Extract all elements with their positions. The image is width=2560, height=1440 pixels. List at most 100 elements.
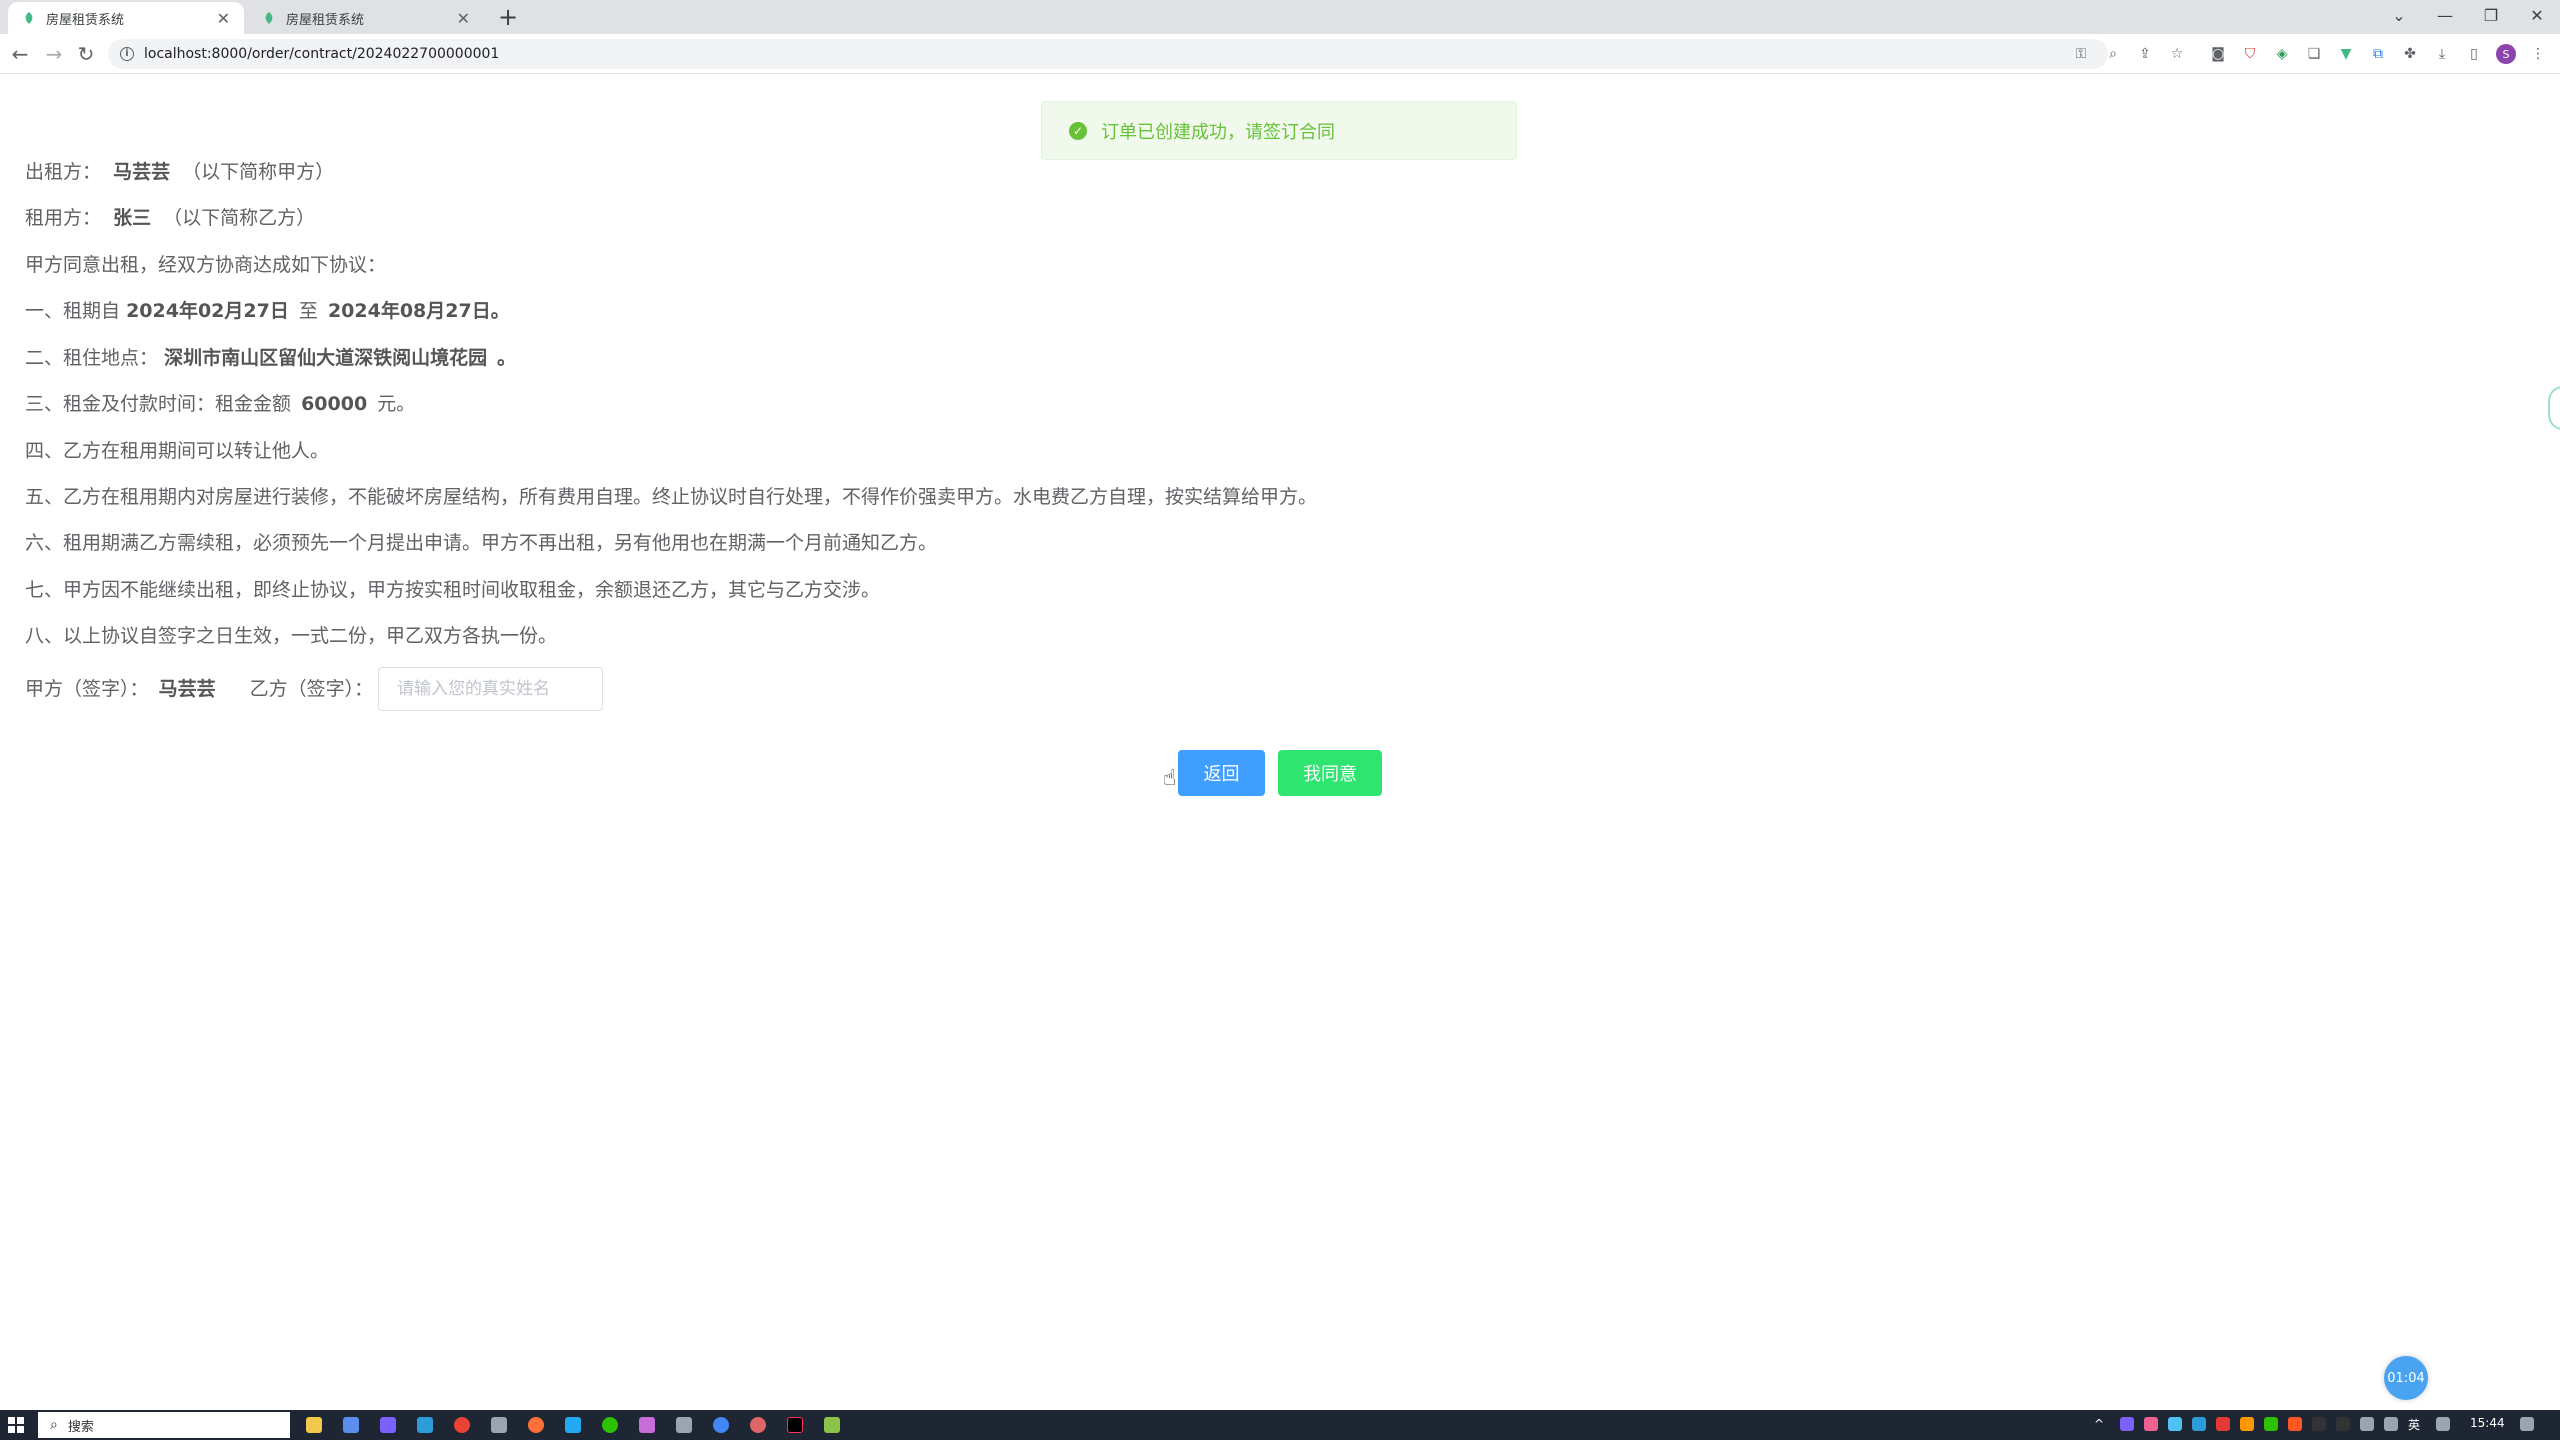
app-13-icon[interactable] bbox=[750, 1417, 766, 1433]
zoom-icon[interactable]: ⌕ bbox=[2103, 44, 2123, 64]
notepad-icon[interactable] bbox=[824, 1417, 840, 1433]
lessee-name: 张三 bbox=[113, 207, 152, 229]
clause-3-suffix: 元。 bbox=[377, 393, 416, 415]
timer-badge[interactable]: 01:04 bbox=[2384, 1356, 2428, 1400]
reload-icon[interactable]: ↻ bbox=[72, 40, 100, 68]
tray-network-icon[interactable] bbox=[2360, 1417, 2374, 1431]
close-tab-icon[interactable]: ✕ bbox=[217, 9, 230, 28]
tray-app-1-icon[interactable] bbox=[2120, 1417, 2134, 1431]
forward-icon[interactable]: → bbox=[40, 40, 68, 68]
lessee-line: 租用方： 张三 （以下简称乙方） bbox=[25, 203, 315, 230]
tray-qq-2-icon[interactable] bbox=[2336, 1417, 2350, 1431]
taskbar-search[interactable]: ⌕ 搜索 bbox=[38, 1412, 290, 1438]
new-tab-icon[interactable]: + bbox=[498, 4, 518, 30]
clause-5: 五、乙方在租用期内对房屋进行装修，不能破坏房屋结构，所有费用自理。终止协议时自行… bbox=[25, 486, 1318, 508]
back-button[interactable]: 返回 bbox=[1178, 750, 1265, 796]
close-window-icon[interactable]: ✕ bbox=[2514, 0, 2560, 30]
shield-extension-icon[interactable]: ⛉ bbox=[2240, 44, 2260, 64]
clause-8: 八、以上协议自签字之日生效，一式二份，甲乙双方各执一份。 bbox=[25, 625, 558, 647]
lessor-name: 马芸芸 bbox=[113, 161, 171, 183]
windows-taskbar: ⌕ 搜索 ^ 英 15:44 bbox=[0, 1410, 2560, 1440]
taskbar-search-text: 搜索 bbox=[67, 1419, 94, 1435]
tab-title: 房屋租赁系统 bbox=[286, 12, 365, 28]
tray-app-6-icon[interactable] bbox=[2240, 1417, 2254, 1431]
floating-side-widget[interactable] bbox=[2548, 386, 2560, 430]
clause-3-prefix: 三、租金及付款时间：租金金额 bbox=[25, 393, 292, 415]
tray-app-5-icon[interactable] bbox=[2216, 1417, 2230, 1431]
green-extension-icon[interactable]: ◈ bbox=[2272, 44, 2292, 64]
lessor-label: 出租方： bbox=[25, 161, 102, 183]
file-explorer-icon[interactable] bbox=[306, 1417, 322, 1433]
tray-qq-icon[interactable] bbox=[2312, 1417, 2326, 1431]
clause-2: 二、租住地点： 深圳市南山区留仙大道深铁阅山境花园 。 bbox=[25, 343, 516, 370]
url-text: localhost:8000/order/contract/2024022700… bbox=[144, 46, 500, 62]
back-icon[interactable]: ← bbox=[6, 40, 34, 68]
tray-app-3-icon[interactable] bbox=[2168, 1417, 2182, 1431]
profile-avatar[interactable]: S bbox=[2496, 44, 2516, 64]
app-11-icon[interactable] bbox=[676, 1417, 692, 1433]
firefox-icon[interactable] bbox=[528, 1417, 544, 1433]
vscode-icon[interactable] bbox=[565, 1417, 581, 1433]
party-a-sign-label: 甲方（签字）： bbox=[25, 678, 149, 700]
password-key-icon[interactable]: ⚿ bbox=[2071, 44, 2091, 64]
address-bar[interactable]: i localhost:8000/order/contract/20240227… bbox=[108, 39, 2108, 69]
extensions-puzzle-icon[interactable]: ✤ bbox=[2400, 44, 2420, 64]
lessee-suffix: （以下简称乙方） bbox=[163, 207, 316, 229]
copy-extension-icon[interactable]: ❏ bbox=[2304, 44, 2324, 64]
clause-2-prefix: 二、租住地点： bbox=[25, 347, 159, 369]
side-panel-icon[interactable]: ▯ bbox=[2464, 44, 2484, 64]
menu-kebab-icon[interactable]: ⋮ bbox=[2528, 44, 2548, 64]
app-2-icon[interactable] bbox=[343, 1417, 359, 1433]
app-3-icon[interactable] bbox=[380, 1417, 396, 1433]
lessor-line: 出租方： 马芸芸 （以下简称甲方） bbox=[25, 157, 334, 184]
clause-1-to: 至 bbox=[298, 300, 318, 322]
tray-app-8-icon[interactable] bbox=[2288, 1417, 2302, 1431]
bookmark-star-icon[interactable]: ☆ bbox=[2167, 44, 2187, 64]
screenshot-extension-icon[interactable]: ◙ bbox=[2208, 44, 2228, 64]
browser-tab-1[interactable]: 房屋租赁系统 ✕ bbox=[8, 2, 244, 34]
leaf-favicon-icon bbox=[22, 11, 36, 25]
vue-devtools-icon[interactable]: ▼ bbox=[2336, 44, 2356, 64]
app-4-icon[interactable] bbox=[417, 1417, 433, 1433]
translate-extension-icon[interactable]: ⧉ bbox=[2368, 44, 2388, 64]
ime-indicator[interactable]: 英 bbox=[2408, 1416, 2420, 1433]
tray-chevron-icon[interactable]: ^ bbox=[2094, 1417, 2108, 1431]
site-info-icon[interactable]: i bbox=[120, 47, 134, 61]
tab-title: 房屋租赁系统 bbox=[46, 12, 125, 28]
browser-tab-2[interactable]: 房屋租赁系统 ✕ bbox=[248, 2, 484, 34]
intellij-icon[interactable] bbox=[787, 1417, 803, 1433]
agree-button[interactable]: 我同意 bbox=[1278, 750, 1382, 796]
minimize-icon[interactable]: — bbox=[2422, 0, 2468, 30]
browser-tabstrip: 房屋租赁系统 ✕ 房屋租赁系统 ✕ + ⌄ — ❐ ✕ bbox=[0, 0, 2560, 34]
windows-start-icon[interactable] bbox=[8, 1417, 24, 1433]
tray-app-4-icon[interactable] bbox=[2192, 1417, 2206, 1431]
party-a-sign-name: 马芸芸 bbox=[158, 678, 216, 700]
success-check-icon: ✓ bbox=[1069, 121, 1087, 140]
wechat-icon[interactable] bbox=[602, 1417, 618, 1433]
share-icon[interactable]: ⇪ bbox=[2135, 44, 2155, 64]
leaf-favicon-icon bbox=[262, 11, 276, 25]
party-b-signature-input[interactable] bbox=[378, 667, 603, 711]
chrome-icon[interactable] bbox=[454, 1417, 470, 1433]
restore-icon[interactable]: ❐ bbox=[2468, 0, 2514, 30]
end-date: 2024年08月27日。 bbox=[327, 300, 510, 322]
download-icon[interactable]: ⤓ bbox=[2432, 44, 2452, 64]
app-12-icon[interactable] bbox=[713, 1417, 729, 1433]
clause-7: 七、甲方因不能继续出租，即终止协议，甲方按实租时间收取租金，余额退还乙方，其它与… bbox=[25, 579, 881, 601]
notification-icon[interactable] bbox=[2520, 1417, 2534, 1431]
settings-icon[interactable] bbox=[491, 1417, 507, 1433]
toast-message: 订单已创建成功，请签订合同 bbox=[1101, 121, 1335, 143]
intro-line: 甲方同意出租，经双方协商达成如下协议： bbox=[25, 254, 387, 276]
clause-2-suffix: 。 bbox=[497, 347, 517, 369]
taskbar-clock[interactable]: 15:44 bbox=[2470, 1416, 2505, 1430]
search-icon: ⌕ bbox=[50, 1417, 58, 1433]
close-tab-icon[interactable]: ✕ bbox=[457, 9, 470, 28]
tray-keyboard-icon[interactable] bbox=[2436, 1417, 2450, 1431]
lessee-label: 租用方： bbox=[25, 207, 102, 229]
signature-line: 甲方（签字）： 马芸芸 乙方（签字）： bbox=[25, 674, 373, 701]
tray-app-2-icon[interactable] bbox=[2144, 1417, 2158, 1431]
app-10-icon[interactable] bbox=[639, 1417, 655, 1433]
tab-search-icon[interactable]: ⌄ bbox=[2376, 0, 2422, 30]
tray-wechat-icon[interactable] bbox=[2264, 1417, 2278, 1431]
tray-volume-icon[interactable] bbox=[2384, 1417, 2398, 1431]
